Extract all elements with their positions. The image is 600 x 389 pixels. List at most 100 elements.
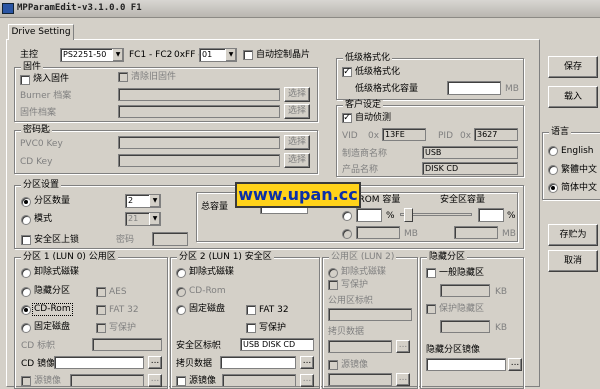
lun1-source-image-checkbox[interactable] bbox=[176, 376, 186, 386]
mode-label: 模式 bbox=[34, 214, 53, 224]
cd-key-browse-button[interactable]: 选择 bbox=[284, 153, 310, 168]
lun2-write-protect-checkbox[interactable] bbox=[328, 280, 338, 290]
fc-value: 01 bbox=[202, 50, 213, 59]
language-radio-simplified[interactable] bbox=[548, 183, 558, 193]
lun0-fat32-label: FAT 32 bbox=[109, 305, 139, 315]
general-hidden-checkbox[interactable] bbox=[426, 268, 436, 278]
lun0-source-browse-button[interactable]: ... bbox=[148, 374, 162, 387]
lun1-fixed-radio[interactable] bbox=[176, 305, 186, 315]
lun1-copy-data-input[interactable] bbox=[220, 356, 296, 369]
lun1-removable-radio[interactable] bbox=[176, 268, 186, 278]
lun2-source-image-checkbox[interactable] bbox=[328, 360, 338, 370]
secure-mb-input[interactable] bbox=[454, 226, 498, 239]
burner-browse-button[interactable]: 选择 bbox=[284, 87, 310, 102]
cancel-button[interactable]: 取消 bbox=[548, 250, 598, 272]
controller-select[interactable]: PS2251-50 ▼ bbox=[60, 48, 124, 62]
lun0-hidden-label: 隐藏分区 bbox=[34, 286, 71, 296]
clear-firmware-checkbox[interactable] bbox=[118, 72, 128, 82]
lun0-removable-radio[interactable] bbox=[21, 268, 31, 278]
lowlevel-checkbox[interactable]: ✓ bbox=[342, 67, 352, 77]
firmware-browse-button[interactable]: 选择 bbox=[284, 104, 310, 119]
tab-drive-setting[interactable]: Drive Setting bbox=[8, 24, 74, 40]
auto-chip-label: 自动控制晶片 bbox=[256, 50, 311, 60]
lun1-copy-browse-button[interactable]: ... bbox=[300, 356, 314, 369]
save-as-button[interactable]: 存贮为 bbox=[548, 224, 598, 246]
lun0-title: 分区 1 (LUN 0) 公用区 bbox=[21, 252, 118, 263]
mode-select[interactable]: 21 ▼ bbox=[125, 212, 161, 226]
lun1-source-browse-button[interactable]: ... bbox=[300, 374, 314, 387]
lun1-write-protect-checkbox[interactable] bbox=[246, 323, 256, 333]
firmware-file-input[interactable] bbox=[118, 105, 280, 118]
security-lock-checkbox[interactable] bbox=[21, 235, 31, 245]
load-button[interactable]: 载入 bbox=[548, 86, 598, 108]
cdrom-pct-input[interactable] bbox=[356, 208, 382, 222]
lun0-source-image-checkbox[interactable] bbox=[21, 376, 31, 386]
chevron-down-icon: ▼ bbox=[149, 195, 160, 207]
pvc0-input[interactable] bbox=[118, 136, 280, 149]
language-radio-traditional[interactable] bbox=[548, 165, 558, 175]
burner-file-input[interactable] bbox=[118, 88, 280, 101]
vendor-input[interactable]: USB bbox=[422, 146, 518, 159]
protect-hidden-size-input[interactable] bbox=[440, 320, 490, 333]
mode-radio[interactable] bbox=[21, 215, 31, 225]
auto-chip-checkbox[interactable] bbox=[243, 50, 253, 60]
lun1-fat32-checkbox[interactable] bbox=[246, 305, 256, 315]
partition-count-select[interactable]: 2 ▼ bbox=[125, 194, 161, 208]
cdrom-mb-input[interactable] bbox=[356, 226, 400, 239]
lun0-cdrom-radio[interactable] bbox=[21, 305, 31, 315]
lun0-write-protect-checkbox[interactable] bbox=[96, 323, 106, 333]
lun2-source-browse-button[interactable]: ... bbox=[396, 373, 410, 386]
partition-password-input[interactable] bbox=[152, 232, 188, 246]
auto-detect-checkbox[interactable]: ✓ bbox=[342, 113, 352, 123]
capacity-slider-thumb[interactable] bbox=[404, 208, 413, 222]
load-firmware-checkbox[interactable] bbox=[20, 75, 30, 85]
protect-hidden-checkbox[interactable] bbox=[426, 304, 436, 314]
lun0-hidden-radio[interactable] bbox=[21, 287, 31, 297]
hidden-image-input[interactable] bbox=[426, 358, 506, 371]
lun0-fixed-radio[interactable] bbox=[21, 323, 31, 333]
pvc0-browse-button[interactable]: 选择 bbox=[284, 135, 310, 150]
lun2-copy-data-input[interactable] bbox=[328, 340, 392, 353]
partition-title: 分区设置 bbox=[21, 180, 62, 191]
mode-value: 21 bbox=[128, 214, 139, 223]
lun2-removable-radio[interactable] bbox=[328, 268, 338, 278]
lun2-copy-data-lbl: 拷贝数据 bbox=[328, 327, 365, 337]
pid-input[interactable]: 3627 bbox=[474, 128, 518, 141]
total-capacity-label: 总容量 bbox=[201, 202, 229, 212]
lun0-source-image-lbl: 源镜像 bbox=[34, 376, 62, 386]
save-button[interactable]: 保存 bbox=[548, 56, 598, 78]
lun1-secure-label-input[interactable]: USB DISK CD bbox=[240, 338, 314, 351]
secure-pct-input[interactable] bbox=[478, 208, 504, 222]
lun0-fat32-checkbox[interactable] bbox=[96, 305, 106, 315]
lun1-source-image-input[interactable] bbox=[222, 374, 296, 387]
lun0-cd-image-browse-button[interactable]: ... bbox=[148, 356, 162, 369]
hidden-image-browse-button[interactable]: ... bbox=[508, 358, 522, 371]
language-radio-english[interactable] bbox=[548, 146, 558, 156]
cd-key-input[interactable] bbox=[118, 154, 280, 167]
lun1-fixed-label: 固定磁盘 bbox=[189, 304, 226, 314]
mb-radio[interactable] bbox=[342, 229, 352, 239]
secure-capacity-label: 安全区容量 bbox=[440, 195, 486, 205]
lun0-cd-image-input[interactable] bbox=[54, 356, 144, 369]
burner-file-label: Burner 档案 bbox=[20, 91, 72, 101]
pct-radio[interactable] bbox=[342, 211, 352, 221]
protect-hidden-unit: KB bbox=[495, 323, 508, 333]
lun2-copy-browse-button[interactable]: ... bbox=[396, 340, 410, 353]
hidden-image-lbl: 隐藏分区镜像 bbox=[426, 345, 481, 355]
fc-select[interactable]: 01 ▼ bbox=[199, 48, 237, 62]
lun0-aes-checkbox[interactable] bbox=[96, 287, 106, 297]
lun2-source-image-input[interactable] bbox=[328, 373, 392, 386]
chevron-down-icon: ▼ bbox=[112, 49, 123, 61]
partition-count-radio[interactable] bbox=[21, 197, 31, 207]
lun0-cd-label-input[interactable] bbox=[92, 338, 162, 351]
lun0-aes-label: AES bbox=[109, 287, 127, 297]
lun2-public-label-input[interactable] bbox=[328, 308, 412, 321]
vid-input[interactable]: 13FE bbox=[382, 128, 426, 141]
partition-count-value: 2 bbox=[128, 196, 134, 205]
language-title: 语言 bbox=[549, 127, 572, 138]
lun0-source-image-input[interactable] bbox=[70, 374, 144, 387]
lun1-cdrom-radio[interactable] bbox=[176, 287, 186, 297]
product-input[interactable]: DISK CD bbox=[422, 162, 518, 175]
general-hidden-size-input[interactable] bbox=[440, 284, 490, 297]
lowlevel-capacity-input[interactable] bbox=[447, 81, 501, 95]
